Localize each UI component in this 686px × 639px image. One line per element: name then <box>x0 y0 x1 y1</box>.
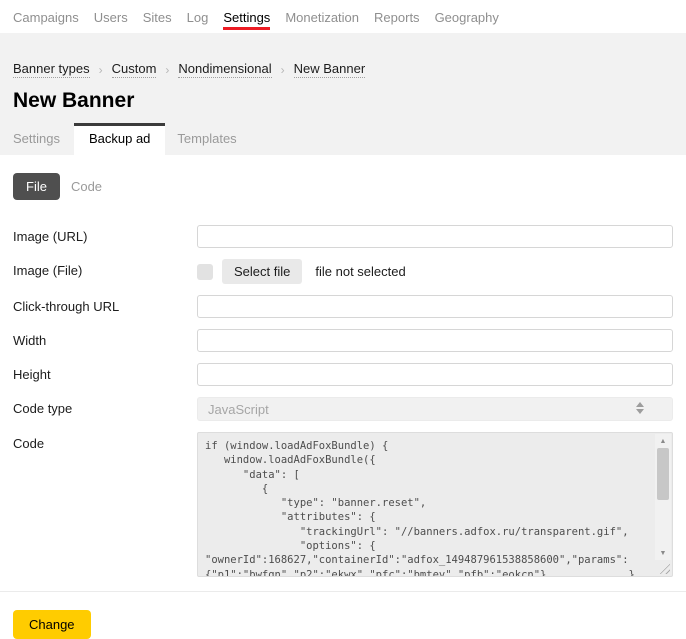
resize-grip-icon[interactable] <box>657 561 670 574</box>
nav-item-reports[interactable]: Reports <box>374 1 420 33</box>
nav-item-settings[interactable]: Settings <box>223 1 270 33</box>
nav-item-campaigns[interactable]: Campaigns <box>13 1 79 33</box>
footer-divider <box>0 591 686 592</box>
tab-templates[interactable]: Templates <box>165 123 248 155</box>
chevron-right-icon: › <box>99 63 103 77</box>
breadcrumb-banner-types[interactable]: Banner types <box>13 61 90 78</box>
backup-ad-form: Image (URL) Image (File) Select file fil… <box>13 225 673 577</box>
code-type-value: JavaScript <box>208 402 269 417</box>
file-status-text: file not selected <box>315 264 405 279</box>
click-url-input[interactable] <box>197 295 673 318</box>
width-row: Width <box>13 329 673 352</box>
scrollbar-thumb[interactable] <box>657 448 669 500</box>
click-url-label: Click-through URL <box>13 295 197 318</box>
page-header: Banner types › Custom › Nondimensional ›… <box>0 33 686 155</box>
image-url-label: Image (URL) <box>13 225 197 248</box>
image-file-row: Image (File) Select file file not select… <box>13 259 673 284</box>
backup-source-toggle: File Code <box>13 173 673 200</box>
code-row: Code if (window.loadAdFoxBundle) { windo… <box>13 432 673 577</box>
nav-item-monetization[interactable]: Monetization <box>285 1 359 33</box>
tab-bar: Settings Backup ad Templates <box>13 123 673 155</box>
click-url-row: Click-through URL <box>13 295 673 318</box>
code-editor-text[interactable]: if (window.loadAdFoxBundle) { window.loa… <box>198 433 654 576</box>
scroll-down-icon[interactable]: ▼ <box>655 546 671 560</box>
image-url-row: Image (URL) <box>13 225 673 248</box>
width-label: Width <box>13 329 197 352</box>
width-input[interactable] <box>197 329 673 352</box>
height-input[interactable] <box>197 363 673 386</box>
breadcrumb-custom[interactable]: Custom <box>112 61 157 78</box>
top-nav: Campaigns Users Sites Log Settings Monet… <box>0 0 686 33</box>
code-toggle-button[interactable]: Code <box>71 179 102 194</box>
code-type-row: Code type JavaScript <box>13 397 673 421</box>
code-editor[interactable]: if (window.loadAdFoxBundle) { window.loa… <box>197 432 673 577</box>
code-type-label: Code type <box>13 397 197 420</box>
image-file-label: Image (File) <box>13 259 197 282</box>
nav-item-geography[interactable]: Geography <box>435 1 499 33</box>
nav-item-sites[interactable]: Sites <box>143 1 172 33</box>
chevron-right-icon: › <box>281 63 285 77</box>
height-label: Height <box>13 363 197 386</box>
file-preview-placeholder <box>197 264 213 280</box>
breadcrumb: Banner types › Custom › Nondimensional ›… <box>13 61 673 78</box>
backup-ad-panel: File Code Image (URL) Image (File) Selec… <box>0 173 686 639</box>
file-toggle-button[interactable]: File <box>13 173 60 200</box>
image-url-input[interactable] <box>197 225 673 248</box>
select-file-button[interactable]: Select file <box>222 259 302 284</box>
breadcrumb-nondimensional[interactable]: Nondimensional <box>178 61 271 78</box>
nav-item-users[interactable]: Users <box>94 1 128 33</box>
nav-item-log[interactable]: Log <box>187 1 209 33</box>
chevron-right-icon: › <box>165 63 169 77</box>
tab-backup-ad[interactable]: Backup ad <box>74 123 165 155</box>
scroll-up-icon[interactable]: ▲ <box>655 434 671 448</box>
tab-settings[interactable]: Settings <box>13 123 72 155</box>
breadcrumb-new-banner[interactable]: New Banner <box>294 61 366 78</box>
code-editor-scrollbar[interactable]: ▲ ▼ <box>655 434 671 560</box>
code-label: Code <box>13 432 197 455</box>
select-spinner-icon <box>636 402 644 414</box>
page-title: New Banner <box>13 89 673 113</box>
code-type-select[interactable]: JavaScript <box>197 397 673 421</box>
height-row: Height <box>13 363 673 386</box>
